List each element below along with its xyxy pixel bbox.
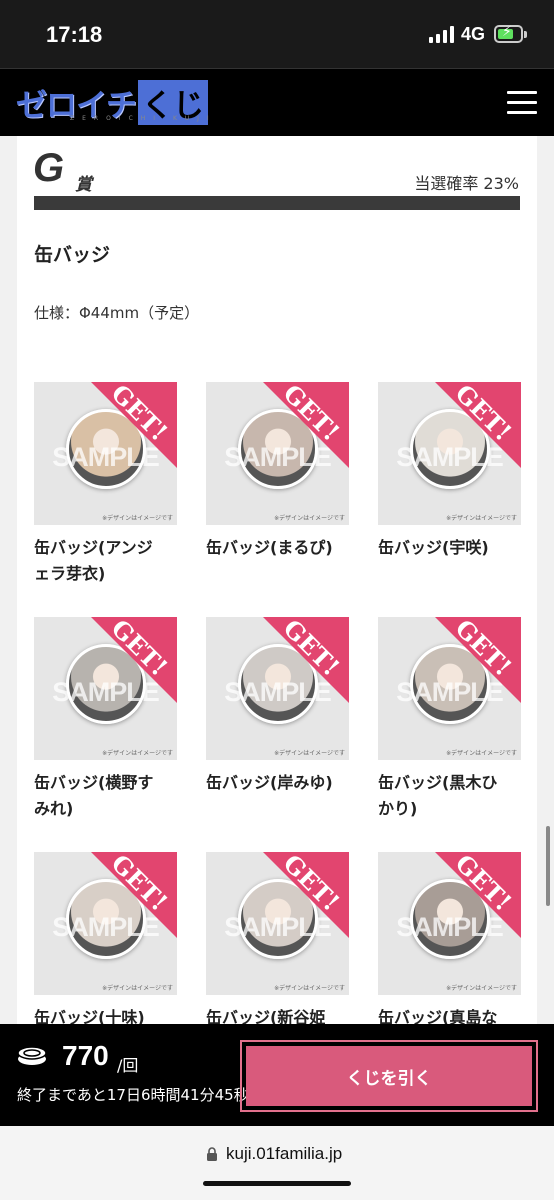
get-badge: GET! [435, 852, 521, 938]
prize-card: G 賞 当選確率 23% 缶バッジ 仕様：Φ44mm（予定） SAMPLE GET… [17, 136, 537, 1024]
design-disclaimer: ※デザインはイメージです [446, 985, 517, 992]
network-type: 4G [461, 24, 486, 44]
get-badge: GET! [435, 617, 521, 703]
item-label: 缶バッジ(十味) [34, 1005, 177, 1024]
prize-item-tile[interactable]: SAMPLE GET! ※デザインはイメージです 缶バッジ(まるぴ) [206, 382, 349, 561]
item-label-line1: 缶バッジ(アンジ [34, 538, 153, 557]
item-label: 缶バッジ(真島な [378, 1005, 521, 1024]
item-thumbnail: SAMPLE GET! ※デザインはイメージです [378, 617, 521, 760]
content-area: G 賞 当選確率 23% 缶バッジ 仕様：Φ44mm（予定） SAMPLE GET… [0, 136, 554, 1024]
get-badge: GET! [263, 617, 349, 703]
item-label: 缶バッジ(横野す みれ) [34, 770, 177, 822]
battery-icon: ⚡ [494, 24, 523, 43]
item-label-line2: ェラ芽衣) [34, 564, 106, 583]
hamburger-menu-icon[interactable] [507, 89, 537, 117]
design-disclaimer: ※デザインはイメージです [274, 750, 345, 757]
item-label: 缶バッジ(アンジ ェラ芽衣) [34, 535, 177, 587]
price-unit: /回 [117, 1056, 139, 1075]
item-label: 缶バッジ(新谷姫 [206, 1005, 349, 1024]
prize-item-tile[interactable]: SAMPLE GET! ※デザインはイメージです 缶バッジ(宇咲) [378, 382, 521, 561]
purchase-bar: 770 /回 終了まであと17日6時間41分45秒 くじを引く [0, 1024, 554, 1126]
get-badge: GET! [91, 617, 177, 703]
get-badge: GET! [91, 852, 177, 938]
item-thumbnail: SAMPLE GET! ※デザインはイメージです [206, 617, 349, 760]
item-thumbnail: SAMPLE GET! ※デザインはイメージです [206, 382, 349, 525]
get-badge: GET! [263, 852, 349, 938]
item-thumbnail: SAMPLE GET! ※デザインはイメージです [34, 852, 177, 995]
battery-tip [524, 31, 527, 38]
prize-odds: 当選確率 23% [414, 174, 519, 193]
item-thumbnail: SAMPLE GET! ※デザインはイメージです [378, 382, 521, 525]
item-label-line1: 缶バッジ(まるぴ) [206, 538, 333, 557]
design-disclaimer: ※デザインはイメージです [274, 985, 345, 992]
item-thumbnail: SAMPLE GET! ※デザインはイメージです [34, 382, 177, 525]
url-text: kuji.01familia.jp [226, 1144, 343, 1163]
design-disclaimer: ※デザインはイメージです [102, 515, 173, 522]
design-disclaimer: ※デザインはイメージです [446, 750, 517, 757]
get-badge: GET! [435, 382, 521, 468]
item-spec: 仕様：Φ44mm（予定） [34, 304, 200, 322]
get-badge: GET! [91, 382, 177, 468]
prize-item-tile[interactable]: SAMPLE GET! ※デザインはイメージです 缶バッジ(横野す みれ) [34, 617, 177, 822]
prize-item-tile[interactable]: SAMPLE GET! ※デザインはイメージです 缶バッジ(アンジ ェラ芽衣) [34, 382, 177, 587]
design-disclaimer: ※デザインはイメージです [102, 750, 173, 757]
item-label: 缶バッジ(宇咲) [378, 535, 521, 561]
get-badge: GET! [263, 382, 349, 468]
prize-suffix: 賞 [75, 175, 92, 195]
design-disclaimer: ※デザインはイメージです [102, 985, 173, 992]
item-label-line2: かり) [378, 799, 418, 818]
draw-kuji-button[interactable]: くじを引く [240, 1040, 538, 1112]
item-thumbnail: SAMPLE GET! ※デザインはイメージです [34, 617, 177, 760]
status-time: 17:18 [46, 22, 103, 47]
site-header: ゼロイチ くじ ZEROICHI KUJI [0, 68, 554, 136]
prize-divider-bar [34, 196, 520, 210]
item-label: 缶バッジ(まるぴ) [206, 535, 349, 561]
prize-item-tile[interactable]: SAMPLE GET! ※デザインはイメージです 缶バッジ(真島な [378, 852, 521, 1024]
item-label-line1: 缶バッジ(十味) [34, 1008, 145, 1024]
logo-subtitle: ZEROICHI KUJI [70, 115, 217, 122]
item-thumbnail: SAMPLE GET! ※デザインはイメージです [206, 852, 349, 995]
item-thumbnail: SAMPLE GET! ※デザインはイメージです [378, 852, 521, 995]
item-title: 缶バッジ [34, 244, 111, 266]
coin-icon [17, 1046, 47, 1065]
item-label-line1: 缶バッジ(横野す [34, 773, 154, 792]
item-label: 缶バッジ(岸みゆ) [206, 770, 349, 796]
item-label-line1: 缶バッジ(岸みゆ) [206, 773, 333, 792]
lock-icon [207, 1147, 217, 1161]
prize-item-tile[interactable]: SAMPLE GET! ※デザインはイメージです 缶バッジ(十味) [34, 852, 177, 1024]
prize-item-tile[interactable]: SAMPLE GET! ※デザインはイメージです 缶バッジ(新谷姫 [206, 852, 349, 1024]
draw-kuji-label: くじを引く [246, 1046, 532, 1106]
item-label-line1: 缶バッジ(宇咲) [378, 538, 489, 557]
design-disclaimer: ※デザインはイメージです [274, 515, 345, 522]
item-label-line1: 缶バッジ(真島な [378, 1008, 498, 1024]
item-label: 缶バッジ(黒木ひ かり) [378, 770, 521, 822]
browser-url-bar[interactable]: kuji.01familia.jp [0, 1126, 554, 1200]
item-label-line1: 缶バッジ(新谷姫 [206, 1008, 326, 1024]
time-remaining: 終了まであと17日6時間41分45秒 [17, 1086, 249, 1104]
signal-icon [429, 26, 455, 43]
price-value: 770 [62, 1040, 109, 1071]
prize-item-tile[interactable]: SAMPLE GET! ※デザインはイメージです 缶バッジ(岸みゆ) [206, 617, 349, 796]
item-label-line2: みれ) [34, 799, 74, 818]
design-disclaimer: ※デザインはイメージです [446, 515, 517, 522]
item-label-line1: 缶バッジ(黒木ひ [378, 773, 498, 792]
home-indicator[interactable] [203, 1181, 351, 1186]
prize-item-tile[interactable]: SAMPLE GET! ※デザインはイメージです 缶バッジ(黒木ひ かり) [378, 617, 521, 822]
status-bar: 17:18 4G ⚡ [0, 0, 554, 68]
scrollbar-thumb[interactable] [546, 826, 550, 906]
prize-letter: G [33, 146, 65, 190]
